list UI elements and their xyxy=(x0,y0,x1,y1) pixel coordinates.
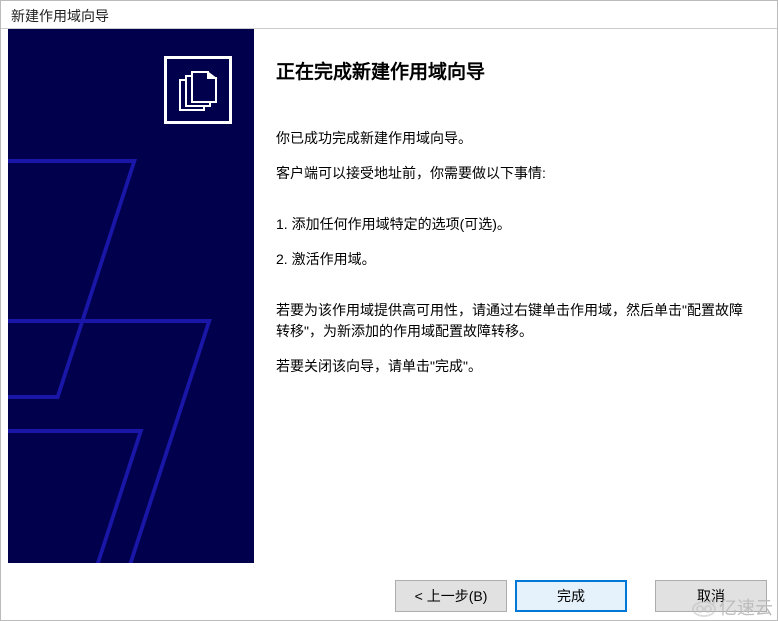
finish-button[interactable]: 完成 xyxy=(515,580,627,612)
window-title-bar: 新建作用域向导 xyxy=(1,1,777,29)
ha-instruction-text: 若要为该作用域提供高可用性，请通过右键单击作用域，然后单击"配置故障转移"，为新… xyxy=(276,300,745,342)
back-button[interactable]: < 上一步(B) xyxy=(395,580,507,612)
content-area: 正在完成新建作用域向导 你已成功完成新建作用域向导。 客户端可以接受地址前，你需… xyxy=(1,29,777,563)
step-1-text: 1. 添加任何作用域特定的选项(可选)。 xyxy=(276,214,745,235)
decorative-shape xyxy=(8,429,143,563)
decorative-shape xyxy=(8,159,137,399)
scope-folders-icon xyxy=(164,56,232,124)
instruction-intro: 客户端可以接受地址前，你需要做以下事情: xyxy=(276,163,745,184)
cancel-button[interactable]: 取消 xyxy=(655,580,767,612)
decorative-shape xyxy=(8,319,212,563)
completion-text: 你已成功完成新建作用域向导。 xyxy=(276,128,745,149)
close-instruction-text: 若要关闭该向导，请单击"完成"。 xyxy=(276,356,745,377)
page-title: 正在完成新建作用域向导 xyxy=(276,57,745,84)
main-pane: 正在完成新建作用域向导 你已成功完成新建作用域向导。 客户端可以接受地址前，你需… xyxy=(254,29,777,563)
wizard-side-banner xyxy=(8,29,254,563)
step-2-text: 2. 激活作用域。 xyxy=(276,249,745,270)
wizard-button-row: < 上一步(B) 完成 取消 xyxy=(395,580,767,612)
window-title: 新建作用域向导 xyxy=(11,8,109,24)
